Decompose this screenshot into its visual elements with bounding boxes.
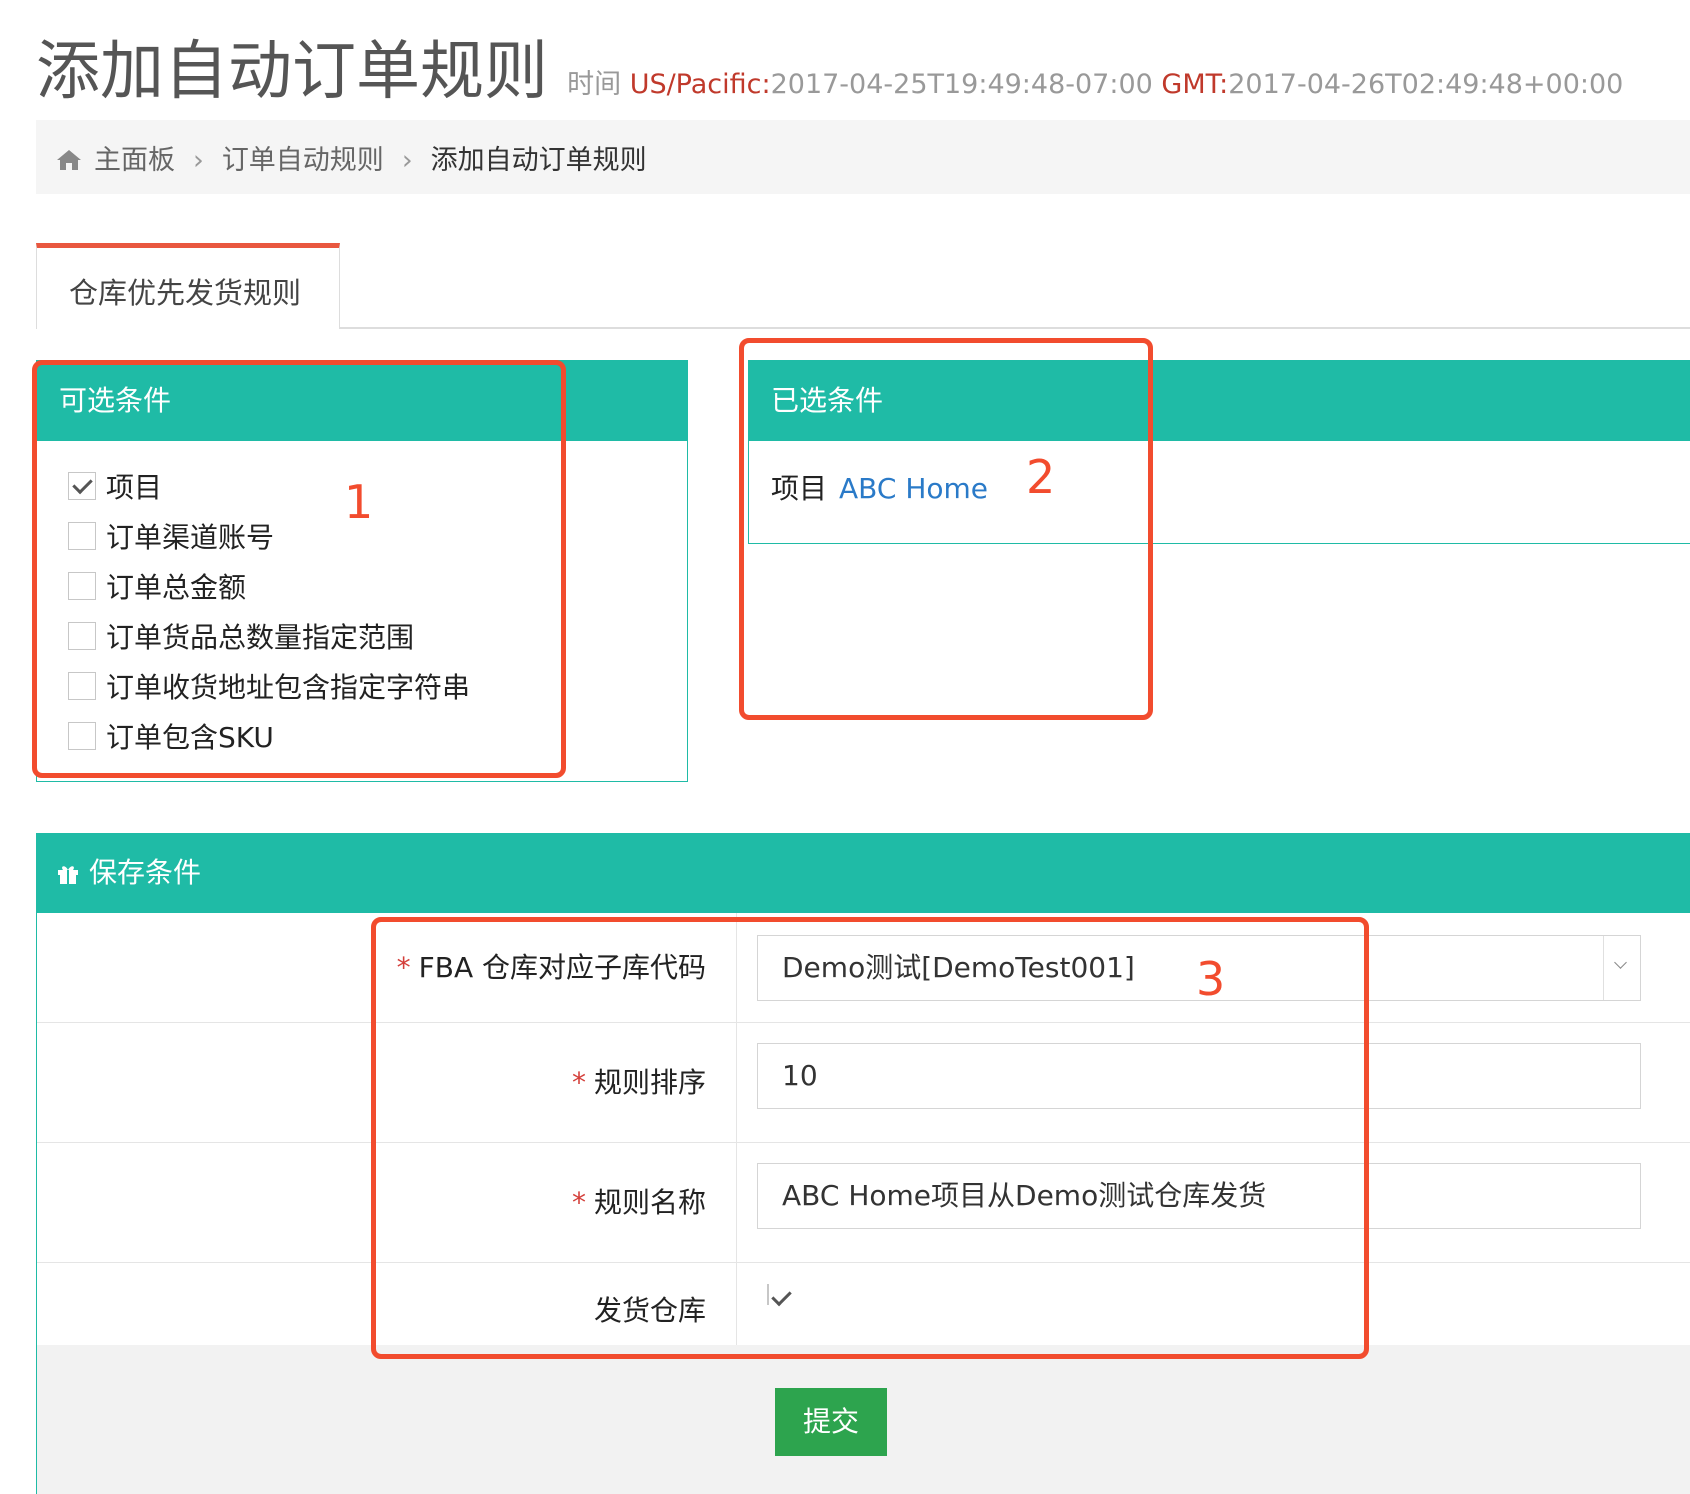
submit-button[interactable]: 提交 [775, 1388, 887, 1456]
breadcrumb: 主面板 › 订单自动规则 › 添加自动订单规则 [36, 120, 1690, 194]
tz-local-label: US/Pacific: [629, 69, 771, 100]
page-title: 添加自动订单规则 时间 US/Pacific:2017-04-25T19:49:… [36, 20, 1623, 109]
timestamp: 时间 US/Pacific:2017-04-25T19:49:48-07:00 … [567, 69, 1623, 100]
time-label: 时间 [567, 69, 622, 100]
chevron-down-icon[interactable] [1603, 936, 1640, 1000]
tz-local-value: 2017-04-25T19:49:48-07:00 [770, 69, 1153, 100]
save-conditions-title: 保存条件 [89, 856, 202, 889]
annotation-box-2 [739, 338, 1153, 720]
breadcrumb-item-dashboard[interactable]: 主面板 [94, 145, 175, 176]
tab-label: 仓库优先发货规则 [69, 276, 302, 310]
tz-gmt-label: GMT: [1161, 69, 1229, 100]
save-conditions-header: 保存条件 [37, 833, 1690, 913]
home-icon [57, 150, 81, 170]
chevron-right-icon: › [401, 145, 413, 176]
page-title-text: 添加自动订单规则 [36, 35, 548, 109]
annotation-number-1: 1 [344, 475, 374, 529]
breadcrumb-item-current: 添加自动订单规则 [430, 145, 647, 176]
tz-gmt-value: 2017-04-26T02:49:48+00:00 [1228, 69, 1624, 100]
tab-warehouse-priority[interactable]: 仓库优先发货规则 [36, 243, 340, 329]
annotation-number-2: 2 [1026, 450, 1056, 504]
chevron-right-icon: › [193, 145, 204, 176]
gift-icon [58, 866, 78, 884]
breadcrumb-item-order-rules[interactable]: 订单自动规则 [222, 145, 384, 176]
annotation-number-3: 3 [1196, 952, 1226, 1006]
annotation-box-1 [32, 360, 566, 778]
